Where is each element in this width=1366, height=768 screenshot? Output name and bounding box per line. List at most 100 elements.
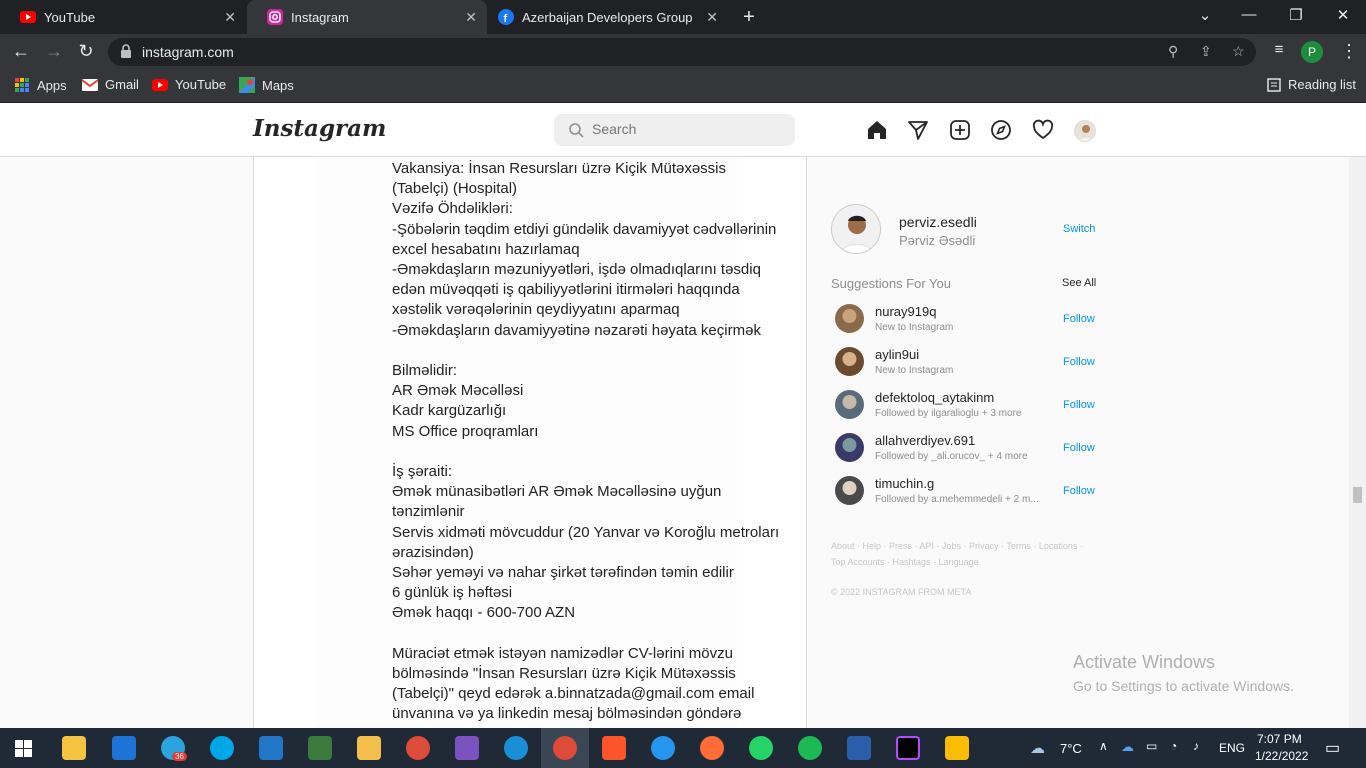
minimize-button[interactable]: — (1239, 6, 1259, 23)
current-username[interactable]: perviz.esedli (899, 214, 977, 230)
suggestion-username[interactable]: nuray919q (875, 304, 936, 319)
brave-icon[interactable] (602, 736, 626, 760)
profile-avatar[interactable]: P (1301, 41, 1323, 63)
battery-icon[interactable]: ▭ (1146, 739, 1157, 753)
docker-icon[interactable] (651, 736, 675, 760)
notifications-icon[interactable]: ▭ (1325, 738, 1340, 758)
post-text-line: excel hesabatını hazırlamaq (392, 240, 580, 258)
mail-icon[interactable] (112, 736, 136, 760)
browser-tab-strip: YouTube ✕ Instagram ✕ f Azerbaijan Devel… (0, 0, 1366, 34)
skype-icon[interactable] (210, 736, 234, 760)
follow-button[interactable]: Follow (1063, 313, 1095, 325)
volume-icon[interactable]: ♪ (1193, 739, 1199, 753)
menu-icon[interactable]: ⋮ (1338, 41, 1360, 62)
weather-cloud-icon[interactable]: ☁ (1030, 739, 1045, 757)
intellij-icon[interactable] (896, 736, 920, 760)
powershell-icon[interactable] (847, 736, 871, 760)
forward-icon[interactable]: → (43, 41, 65, 62)
tab-search-icon[interactable]: ⌄ (1195, 6, 1215, 24)
back-icon[interactable]: ← (10, 41, 32, 62)
suggestion-username[interactable]: aylin9ui (875, 347, 919, 362)
activity-heart-icon[interactable] (1032, 119, 1054, 141)
current-user-avatar[interactable] (831, 204, 881, 254)
close-tab-icon[interactable]: ✕ (465, 9, 477, 26)
chrome-profile-icon[interactable] (553, 736, 577, 760)
tray-chevron-icon[interactable]: ∧ (1099, 739, 1108, 753)
media-control-icon[interactable]: ≡ (1268, 41, 1290, 58)
new-tab-button[interactable]: + (738, 6, 760, 29)
tab-facebook[interactable]: f Azerbaijan Developers Group | Fa ✕ (488, 0, 728, 34)
edge-icon[interactable] (504, 736, 528, 760)
switch-account-button[interactable]: Switch (1063, 223, 1095, 235)
post-text-line: MS Office proqramları (392, 422, 539, 440)
vscode-icon[interactable] (259, 736, 283, 760)
profile-avatar-icon[interactable] (1074, 120, 1096, 142)
new-post-icon[interactable] (949, 119, 971, 141)
follow-button[interactable]: Follow (1063, 399, 1095, 411)
close-tab-icon[interactable]: ✕ (706, 9, 718, 26)
onedrive-icon[interactable]: ☁ (1121, 739, 1134, 755)
spotify-icon[interactable] (798, 736, 822, 760)
home-icon[interactable] (866, 119, 888, 141)
explore-icon[interactable] (990, 119, 1012, 141)
bookmark-gmail[interactable]: Gmail (82, 77, 139, 92)
share-icon[interactable]: ⇪ (1200, 43, 1212, 60)
tab-youtube[interactable]: YouTube ✕ (0, 0, 246, 34)
instagram-logo[interactable]: Instagram (253, 115, 386, 142)
telegram-badge: 36 (172, 752, 187, 761)
microsoft-store-icon[interactable] (62, 736, 86, 760)
restore-button[interactable]: ❐ (1286, 6, 1306, 24)
file-explorer-icon[interactable] (357, 736, 381, 760)
bookmark-apps[interactable]: Apps (14, 77, 67, 93)
wifi-icon[interactable]: ◔ (1170, 739, 1177, 753)
follow-button[interactable]: Follow (1063, 356, 1095, 368)
windows-start-icon[interactable] (15, 740, 32, 757)
bookmark-star-icon[interactable]: ☆ (1232, 43, 1245, 60)
post-text-line: Əmək münasibətləri AR Əmək Məcəlləsinə u… (392, 483, 722, 501)
reading-list-button[interactable]: Reading list (1267, 77, 1356, 92)
post-text-line: -Əməkdaşların davamiyyətinə nəzarəti həy… (392, 321, 761, 339)
close-tab-icon[interactable]: ✕ (224, 9, 236, 26)
reload-icon[interactable]: ↻ (75, 41, 97, 62)
suggestion-username[interactable]: defektoloq_aytakinm (875, 390, 994, 405)
close-window-button[interactable]: ✕ (1333, 6, 1353, 24)
footer-links-row[interactable]: Top Accounts · Hashtags · Language (831, 554, 1101, 570)
direct-messages-icon[interactable] (907, 119, 929, 141)
bookmark-youtube[interactable]: YouTube (152, 77, 226, 92)
google-drive-icon[interactable] (945, 736, 969, 760)
page-scrollbar[interactable] (1349, 157, 1366, 728)
bookmark-label: Maps (262, 77, 294, 93)
post-text-line: Bilməlidir: (392, 362, 458, 379)
search-box[interactable] (554, 114, 795, 146)
suggestion-avatar[interactable] (835, 390, 864, 419)
suggestion-username[interactable]: timuchin.g (875, 476, 934, 491)
chrome-icon[interactable] (406, 736, 430, 760)
suggestion-avatar[interactable] (835, 433, 864, 462)
suggestion-avatar[interactable] (835, 304, 864, 333)
follow-button[interactable]: Follow (1063, 442, 1095, 454)
postman-icon[interactable] (700, 736, 724, 760)
bookmark-maps[interactable]: Maps (239, 77, 294, 93)
scrollbar-thumb[interactable] (1353, 487, 1362, 503)
clock-time[interactable]: 7:07 PM (1257, 732, 1302, 746)
suggestion-username[interactable]: allahverdiyev.691 (875, 433, 975, 448)
footer-links-row[interactable]: About · Help · Press · API · Jobs · Priv… (831, 538, 1101, 554)
visual-studio-icon[interactable] (455, 736, 479, 760)
suggestion-avatar[interactable] (835, 347, 864, 376)
reading-list-label: Reading list (1288, 77, 1356, 92)
search-input[interactable] (592, 121, 782, 137)
language-indicator[interactable]: ENG (1219, 741, 1245, 755)
tab-instagram[interactable]: Instagram ✕ (247, 0, 487, 34)
see-all-link[interactable]: See All (1062, 277, 1096, 289)
follow-button[interactable]: Follow (1063, 485, 1095, 497)
clock-date[interactable]: 1/22/2022 (1255, 749, 1308, 763)
main-content: Vakansiya: İnsan Resursları üzrə Kiçik M… (0, 157, 1366, 728)
zoom-icon[interactable]: ⚲ (1168, 43, 1178, 60)
whatsapp-icon[interactable] (749, 736, 773, 760)
app-icon[interactable] (308, 736, 332, 760)
weather-temp[interactable]: 7°C (1060, 741, 1082, 756)
youtube-icon (152, 78, 168, 91)
address-bar[interactable]: instagram.com ⚲ ⇪ ☆ (108, 38, 1256, 66)
suggestion-avatar[interactable] (835, 476, 864, 505)
post-text-line: Əmək haqqı - 600-700 AZN (392, 604, 576, 622)
